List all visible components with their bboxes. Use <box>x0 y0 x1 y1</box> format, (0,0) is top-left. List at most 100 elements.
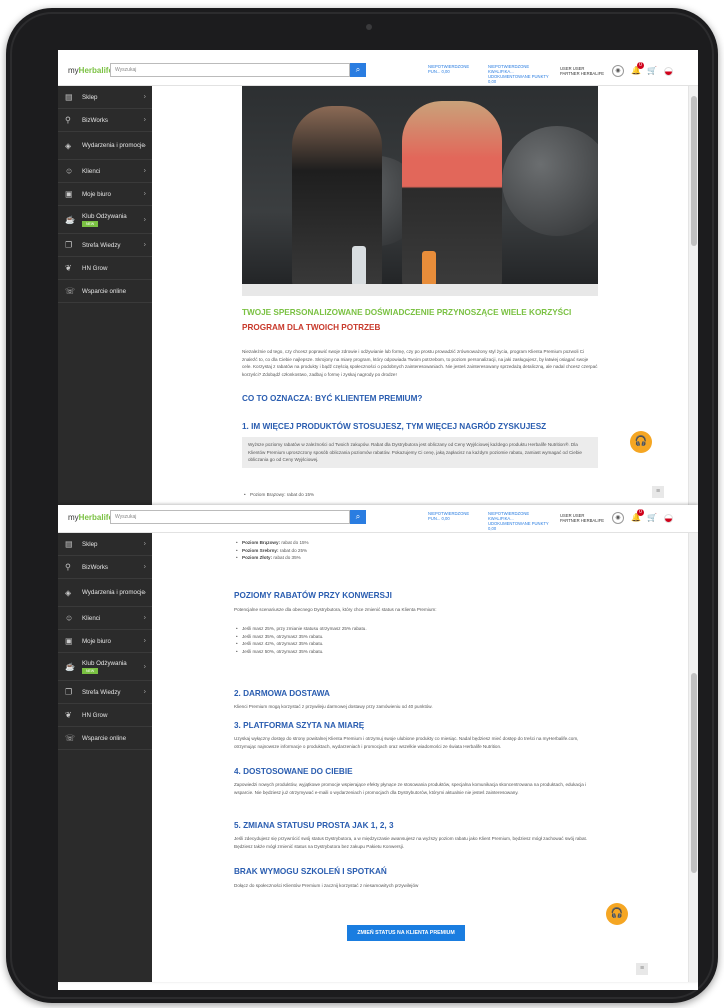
logo-prefix: my <box>68 66 79 75</box>
sidebar-item-label: HN Grow <box>82 711 108 719</box>
notification-count: 0 <box>637 62 644 69</box>
page2-s2-heading: 2. DARMOWA DOSTAWA <box>234 689 330 698</box>
person1 <box>292 106 382 291</box>
search-button[interactable]: ⌕ <box>350 63 366 77</box>
sidebar-item-hn-grow[interactable]: ❦ HN Grow <box>58 257 152 280</box>
unconfirmed-points-link[interactable]: NIEPOTWIERDZONE PUN... 0,00 <box>428 64 472 74</box>
unconfirmed-qualification-link[interactable]: NIEPOTWIERDZONE KWALIFIKA... UDOKUMENTOW… <box>488 64 550 84</box>
search-input[interactable]: Wyszukaj <box>110 63 350 77</box>
language-flag-icon[interactable] <box>664 67 673 76</box>
search-icon: ⌕ <box>355 512 361 521</box>
heading-what-it-means: CO TO OZNACZA: BYĆ KLIENTEM PREMIUM? <box>242 394 598 403</box>
bell-icon[interactable]: 🔔 0 <box>630 509 644 524</box>
free-delivery-text: Klienci Premium mogą korzystać z przywil… <box>234 704 433 709</box>
screenshot-bottom: myHerbalife Wyszukaj ⌕ NIEPOTWIERDZONE P… <box>58 505 698 982</box>
store-icon: ▤ <box>65 539 73 549</box>
main-content: Poziom Brązowy: rabat do 15% Poziom Sreb… <box>152 533 688 982</box>
conversion-item: Jeśli masz 25%, przy zmianie statusu otr… <box>234 625 590 633</box>
chevron-right-icon: › <box>143 563 146 571</box>
no-training-text: Dołącz do społeczności Klientów Premium … <box>234 883 419 888</box>
page2-conv-heading: POZIOMY RABATÓW PRZY KONWERSJI <box>234 591 392 600</box>
logo[interactable]: myHerbalife <box>68 513 113 522</box>
sidebar-item-klub[interactable]: ☕ Klub Odżywania NEW › <box>58 206 152 234</box>
sidebar-item-klienci[interactable]: ☺ Klienci › <box>58 607 152 630</box>
sidebar-item-label: Klub Odżywania <box>82 212 127 220</box>
sidebar-item-hn-grow[interactable]: ❦ HN Grow <box>58 704 152 727</box>
logo[interactable]: myHerbalife <box>68 66 113 75</box>
unconfirmed-qualification-link[interactable]: NIEPOTWIERDZONE KWALIFIKA... UDOKUMENTOW… <box>488 511 550 531</box>
sidebar-item-wsparcie[interactable]: ☏ Wsparcie online <box>58 280 152 303</box>
sidebar-item-wydarzenia[interactable]: ◈ Wydarzenia i promocje › <box>58 579 152 607</box>
scrollbar[interactable] <box>688 533 698 982</box>
sidebar-item-bizworks[interactable]: ⚲ BizWorks › <box>58 109 152 132</box>
conversion-item: Jeśli masz 50%, otrzymasz 35% rabatu. <box>234 648 590 656</box>
chat-support-button[interactable]: 🎧 <box>606 903 628 925</box>
sidebar-item-klub[interactable]: ☕ Klub Odżywania NEW › <box>58 653 152 681</box>
tier-item-name: Poziom Srebrny: <box>242 547 279 553</box>
thumb <box>691 96 697 246</box>
chevron-right-icon: › <box>143 241 146 249</box>
sidebar-item-label: BizWorks <box>82 563 109 571</box>
scroll-top-button[interactable]: ≡ <box>652 486 664 498</box>
sidebar-item-strefa[interactable]: ❐ Strefa Wiedzy › <box>58 234 152 257</box>
scroll-top-button[interactable]: ≡ <box>636 963 648 975</box>
page2-s6-heading: BRAK WYMOGU SZKOLEŃ I SPOTKAŃ <box>234 867 387 876</box>
discount-info-box: Wyższe poziomy rabatów w zależności od T… <box>242 437 598 468</box>
new-badge: NEW <box>82 220 99 227</box>
sidebar-item-moje-biuro[interactable]: ▣ Moje biuro › <box>58 630 152 653</box>
sidebar-item-wsparcie[interactable]: ☏ Wsparcie online <box>58 727 152 750</box>
bell-icon[interactable]: 🔔 0 <box>630 62 644 77</box>
cart-icon[interactable]: 🛒 <box>646 512 658 524</box>
sidebar-item-klienci[interactable]: ☺ Klienci › <box>58 160 152 183</box>
chevron-right-icon: › <box>143 116 146 124</box>
chevron-right-icon: › <box>143 167 146 175</box>
tier-list: Poziom Brązowy: rabat do 15% Poziom Sreb… <box>234 539 590 562</box>
search-input[interactable]: Wyszukaj <box>110 510 350 524</box>
support-icon: ☏ <box>65 733 76 743</box>
tier-item: Poziom Złoty: rabat do 35% <box>234 554 590 562</box>
tier-item-value: rabat do 35% <box>273 555 301 560</box>
profile-icon[interactable]: ◉ <box>612 512 624 524</box>
search-button[interactable]: ⌕ <box>350 510 366 524</box>
grow-icon: ❦ <box>65 710 72 720</box>
screen: myHerbalife Wyszukaj ⌕ NIEPOTWIERDZONE P… <box>58 50 698 990</box>
logo-name: Herbalife <box>78 513 113 522</box>
events-icon: ◈ <box>65 588 72 597</box>
user-info[interactable]: USER USER PARTNER HERBALIFE <box>560 66 604 76</box>
sidebar-item-wydarzenia[interactable]: ◈ Wydarzenia i promocje › <box>58 132 152 160</box>
profile-icon[interactable]: ◉ <box>612 65 624 77</box>
notification-count: 0 <box>637 509 644 516</box>
sidebar-item-label: Strefa Wiedzy <box>82 688 121 696</box>
chat-support-button[interactable]: 🎧 <box>630 431 652 453</box>
user-info[interactable]: USER USER PARTNER HERBALIFE <box>560 513 604 523</box>
sidebar-item-bizworks[interactable]: ⚲ BizWorks › <box>58 556 152 579</box>
heading-status-change: 5. ZMIANA STATUSU PROSTA JAK 1, 2, 3 <box>234 821 590 830</box>
sidebar: ▤ Sklep › ⚲ BizWorks › ◈ Wydarzenia i promocj… <box>58 86 152 505</box>
change-status-button[interactable]: ZMIEŃ STATUS NA KLIENTA PREMIUM <box>347 925 465 941</box>
top-bar: myHerbalife Wyszukaj ⌕ NIEPOTWIERDZONE P… <box>58 58 698 86</box>
store-icon: ▤ <box>65 92 73 102</box>
sidebar-item-sklep[interactable]: ▤ Sklep › <box>58 533 152 556</box>
sidebar-item-strefa[interactable]: ❐ Strefa Wiedzy › <box>58 681 152 704</box>
conversion-item: Jeśli masz 35%, otrzymasz 35% rabatu. <box>234 633 590 641</box>
sidebar-item-label: Strefa Wiedzy <box>82 241 121 249</box>
scrollbar[interactable] <box>688 86 698 505</box>
tablet-frame: myHerbalife Wyszukaj ⌕ NIEPOTWIERDZONE P… <box>6 8 718 1003</box>
conversion-item: Jeśli masz 42%, otrzymasz 35% rabatu. <box>234 640 590 648</box>
language-flag-icon[interactable] <box>664 514 673 523</box>
status-change-text: Jeśli zdecydujesz się przywrócić swój st… <box>234 836 588 849</box>
sidebar-item-moje-biuro[interactable]: ▣ Moje biuro › <box>58 183 152 206</box>
sidebar-item-label: Moje biuro <box>82 190 111 198</box>
unconfirmed-points-link[interactable]: NIEPOTWIERDZONE PUN... 0,00 <box>428 511 472 521</box>
sidebar-item-sklep[interactable]: ▤ Sklep › <box>58 86 152 109</box>
platform-text: Uzyskaj wyłączny dostęp do strony powita… <box>234 736 579 749</box>
sidebar-item-label: Wsparcie online <box>82 734 127 742</box>
intro-paragraph: Niezależnie od tego, czy chcesz poprawić… <box>242 349 598 377</box>
headset-icon: 🎧 <box>634 436 648 447</box>
cup-icon: ☕ <box>65 215 75 224</box>
chevron-right-icon: › <box>143 540 146 548</box>
tier-list: Poziom Brązowy: rabat do 15% <box>242 491 598 499</box>
chevron-right-icon: › <box>143 688 146 696</box>
tier-item: Poziom Brązowy: rabat do 15% <box>242 491 598 499</box>
cart-icon[interactable]: 🛒 <box>646 65 658 77</box>
